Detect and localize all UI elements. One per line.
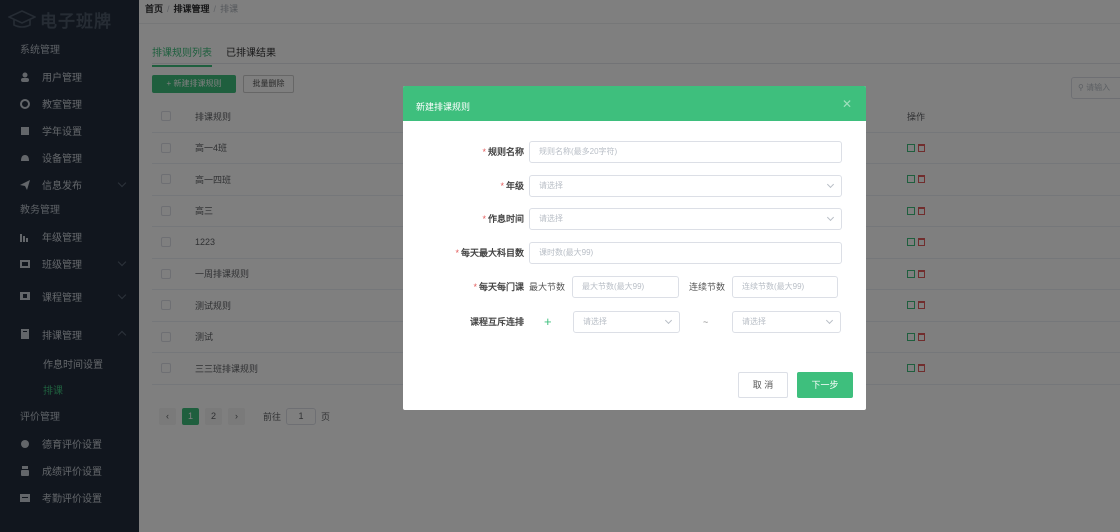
- form-row-max-subjects: * 每天最大科目数 课时数(最大99): [403, 242, 866, 264]
- max-subjects-label: * 每天最大科目数: [455, 248, 524, 258]
- max-sections-input[interactable]: 最大节数(最大99): [572, 276, 679, 298]
- dialog-title: 新建排课规则: [416, 102, 471, 112]
- chevron-down-icon: [826, 180, 835, 189]
- name-label: * 规则名称: [482, 147, 524, 157]
- mutex-course-a-select[interactable]: 请选择: [573, 311, 680, 333]
- chevron-down-icon: [825, 316, 834, 325]
- grade-select[interactable]: 请选择: [529, 175, 842, 197]
- form-row-per-course: * 每天每门课 最大节数 最大节数(最大99) 连续节数 连续节数(最大99): [403, 276, 866, 298]
- close-icon[interactable]: ✕: [842, 86, 852, 122]
- rule-name-input[interactable]: 规则名称(最多20字符): [529, 141, 842, 163]
- grade-label: * 年级: [500, 181, 524, 191]
- max-sections-label: 最大节数: [529, 282, 566, 292]
- mutex-label: 课程互斥连排: [469, 317, 524, 327]
- form-row-grade: * 年级 请选择: [403, 175, 866, 197]
- dialog-header: 新建排课规则 ✕: [403, 86, 866, 121]
- cancel-button[interactable]: 取 消: [738, 372, 788, 398]
- range-tilde: ~: [703, 317, 709, 327]
- per-course-label: * 每天每门课: [473, 282, 524, 292]
- add-mutex-icon[interactable]: +: [544, 311, 552, 333]
- mutex-course-b-select[interactable]: 请选择: [732, 311, 841, 333]
- form-row-name: * 规则名称 规则名称(最多20字符): [403, 141, 866, 163]
- consecutive-label: 连续节数: [689, 282, 726, 292]
- form-row-rest: * 作息时间 请选择: [403, 208, 866, 230]
- chevron-down-icon: [826, 213, 835, 222]
- consecutive-input[interactable]: 连续节数(最大99): [732, 276, 838, 298]
- rest-time-select[interactable]: 请选择: [529, 208, 842, 230]
- max-subjects-input[interactable]: 课时数(最大99): [529, 242, 842, 264]
- next-step-button[interactable]: 下一步: [797, 372, 853, 398]
- form-row-mutex: 课程互斥连排 + 请选择 ~ 请选择: [403, 311, 866, 333]
- chevron-down-icon: [664, 316, 673, 325]
- new-rule-dialog: 新建排课规则 ✕ * 规则名称 规则名称(最多20字符) * 年级 请选择 * 作息时…: [403, 86, 866, 410]
- rest-label: * 作息时间: [482, 214, 524, 224]
